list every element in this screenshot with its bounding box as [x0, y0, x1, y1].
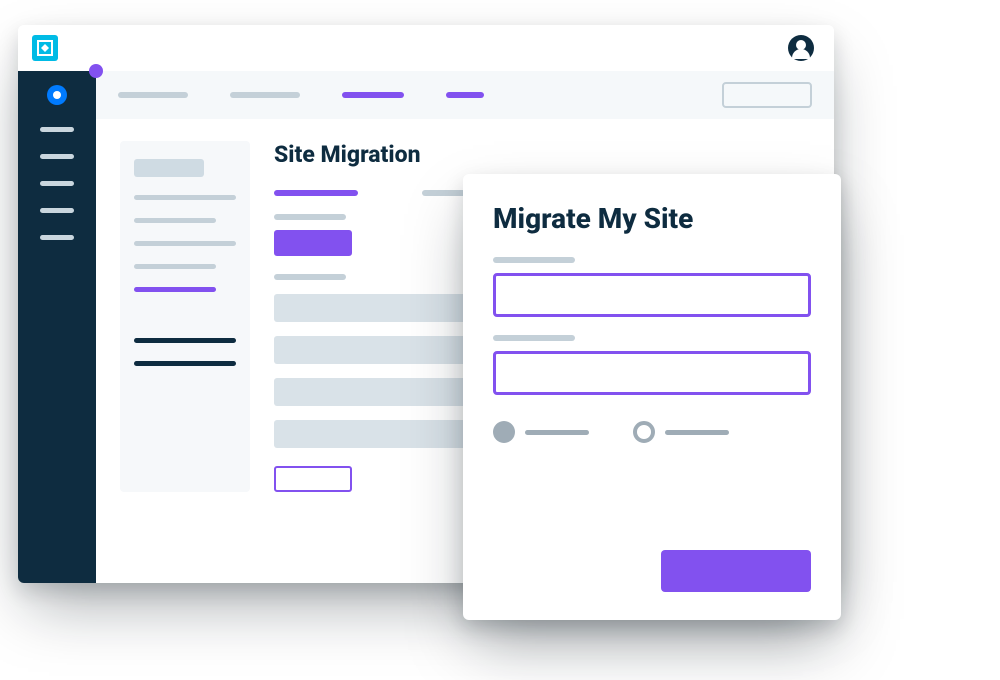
topbar: [18, 25, 834, 71]
submenu: [120, 141, 250, 492]
action-pill-button[interactable]: [722, 82, 812, 108]
step-indicator-active[interactable]: [274, 190, 358, 196]
modal-input-2[interactable]: [493, 351, 811, 395]
tab[interactable]: [118, 92, 188, 98]
sidebar-item[interactable]: [40, 127, 74, 132]
sidebar-item[interactable]: [40, 154, 74, 159]
submenu-item-active[interactable]: [134, 287, 216, 292]
sidebar-item-active[interactable]: [47, 85, 67, 105]
tabstrip: [96, 71, 834, 119]
submenu-item[interactable]: [134, 338, 236, 343]
tab[interactable]: [230, 92, 300, 98]
sidebar-item[interactable]: [40, 235, 74, 240]
page-title: Site Migration: [274, 141, 810, 168]
text-input[interactable]: [274, 420, 494, 448]
submenu-item[interactable]: [134, 361, 236, 366]
text-input[interactable]: [274, 378, 494, 406]
selected-option-chip[interactable]: [274, 230, 352, 256]
submit-button[interactable]: [661, 550, 811, 592]
radio-group: [493, 421, 811, 443]
tab-active-secondary[interactable]: [446, 92, 484, 98]
modal-field-label: [493, 335, 575, 341]
radio-selected-icon: [493, 421, 515, 443]
submenu-item[interactable]: [134, 218, 216, 223]
text-input[interactable]: [274, 294, 494, 322]
radio-unselected-icon: [633, 421, 655, 443]
modal-title: Migrate My Site: [493, 202, 811, 235]
secondary-button[interactable]: [274, 466, 352, 492]
user-avatar-icon[interactable]: [788, 35, 814, 61]
modal-field-label: [493, 257, 575, 263]
radio-option-1[interactable]: [493, 421, 589, 443]
sidebar-item[interactable]: [40, 181, 74, 186]
field-label: [274, 214, 346, 220]
radio-label: [525, 430, 589, 435]
field-label: [274, 274, 346, 280]
submenu-heading: [134, 159, 204, 177]
brand-logo[interactable]: [32, 35, 58, 61]
submenu-item[interactable]: [134, 195, 236, 200]
radio-option-2[interactable]: [633, 421, 729, 443]
tab-active[interactable]: [342, 92, 404, 98]
migrate-modal: Migrate My Site: [463, 174, 841, 620]
sidebar: [18, 71, 96, 583]
submenu-item[interactable]: [134, 241, 236, 246]
radio-label: [665, 430, 729, 435]
modal-input-1[interactable]: [493, 273, 811, 317]
text-input[interactable]: [274, 336, 494, 364]
submenu-item[interactable]: [134, 264, 216, 269]
notification-dot-icon: [89, 64, 103, 78]
sidebar-item[interactable]: [40, 208, 74, 213]
